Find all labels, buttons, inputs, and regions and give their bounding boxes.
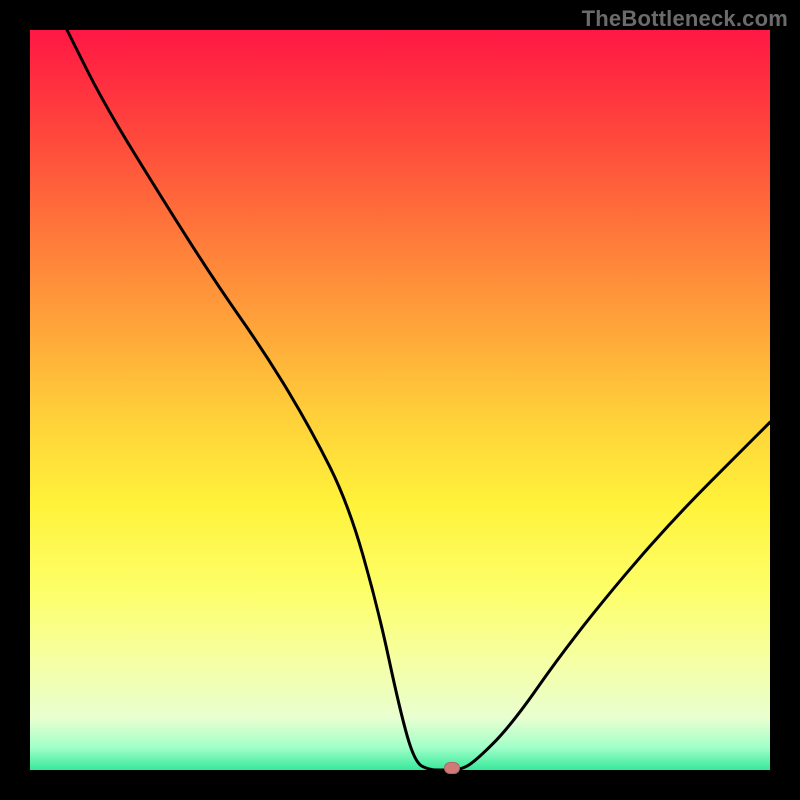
curve-svg bbox=[30, 30, 770, 770]
watermark-text: TheBottleneck.com bbox=[582, 6, 788, 32]
chart-frame: TheBottleneck.com bbox=[0, 0, 800, 800]
optimal-point-marker bbox=[444, 762, 460, 774]
plot-area bbox=[30, 30, 770, 770]
bottleneck-curve bbox=[67, 30, 770, 770]
